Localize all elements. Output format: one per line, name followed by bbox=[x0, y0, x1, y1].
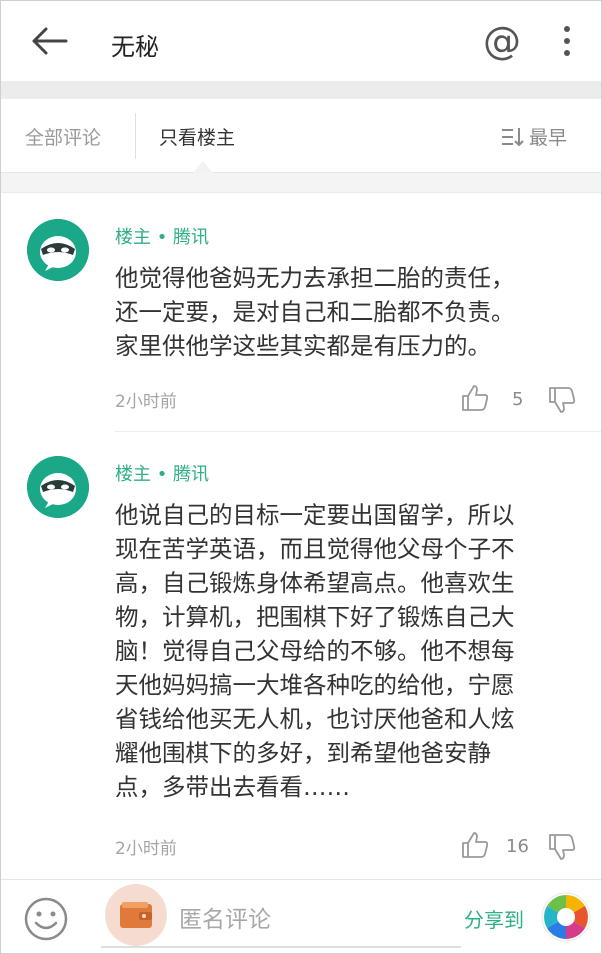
filter-bar: 全部评论 只看楼主 最早 bbox=[1, 99, 601, 173]
tab-divider bbox=[135, 113, 136, 159]
comment-author: 楼主 • 腾讯 bbox=[115, 464, 210, 485]
share-label[interactable]: 分享到 bbox=[464, 904, 524, 933]
comment-item: 楼主 • 腾讯 他说自己的目标一定要出国留学，所以 现在苦学英语，而且觉得他父母… bbox=[1, 432, 601, 878]
comment-author: 楼主 • 腾讯 bbox=[115, 227, 210, 248]
wallet-icon bbox=[120, 902, 152, 928]
masked-avatar-icon bbox=[27, 456, 89, 518]
comment-item: 楼主 • 腾讯 他觉得他爸妈无力去承担二胎的责任， 还一定要，是对自己和二胎都不… bbox=[1, 193, 601, 431]
more-menu-button[interactable] bbox=[553, 21, 581, 61]
sort-button[interactable]: 最早 bbox=[501, 123, 567, 150]
like-count: 16 bbox=[506, 836, 529, 857]
back-button[interactable] bbox=[27, 21, 71, 61]
comment-time: 2小时前 bbox=[115, 839, 177, 859]
thumbs-down-icon[interactable] bbox=[547, 385, 577, 415]
active-tab-indicator bbox=[193, 161, 213, 173]
like-count: 5 bbox=[512, 389, 524, 410]
tab-owner-only[interactable]: 只看楼主 bbox=[159, 123, 235, 150]
more-vertical-icon bbox=[564, 26, 570, 32]
mention-button[interactable]: @ bbox=[479, 19, 525, 63]
more-dot bbox=[564, 50, 570, 56]
input-underline bbox=[101, 946, 461, 948]
anonymous-identity-button[interactable] bbox=[105, 884, 167, 946]
more-dot bbox=[564, 38, 570, 44]
comment-time: 2小时前 bbox=[115, 392, 177, 412]
comment-text: 他说自己的目标一定要出国留学，所以 现在苦学英语，而且觉得他父母个子不 高，自己… bbox=[115, 501, 515, 801]
top-bar: 无秘 @ bbox=[1, 1, 601, 81]
thumbs-down-icon[interactable] bbox=[547, 832, 577, 862]
sort-icon bbox=[502, 127, 524, 146]
back-arrow-icon bbox=[32, 27, 68, 55]
header-divider bbox=[1, 81, 601, 99]
comment-input[interactable] bbox=[179, 900, 439, 940]
list-top-divider bbox=[1, 173, 601, 193]
comment-text: 他觉得他爸妈无力去承担二胎的责任， 还一定要，是对自己和二胎都不负责。 家里供他… bbox=[115, 264, 515, 360]
tab-all-comments[interactable]: 全部评论 bbox=[25, 123, 101, 150]
thumbs-up-icon[interactable] bbox=[460, 383, 490, 413]
comment-compose-bar: 分享到 bbox=[1, 879, 601, 953]
share-app-icon[interactable] bbox=[541, 892, 591, 942]
thumbs-up-icon[interactable] bbox=[460, 830, 490, 860]
masked-avatar-icon bbox=[27, 219, 89, 281]
emoji-icon[interactable] bbox=[23, 896, 69, 942]
app-frame: 无秘 @ 全部评论 只看楼主 最早 楼主 • 腾讯 他觉得他爸妈无力去承担二胎的… bbox=[0, 0, 602, 954]
avatar[interactable] bbox=[27, 456, 89, 518]
sort-label: 最早 bbox=[529, 127, 568, 149]
page-title: 无秘 bbox=[111, 33, 159, 61]
avatar[interactable] bbox=[27, 219, 89, 281]
